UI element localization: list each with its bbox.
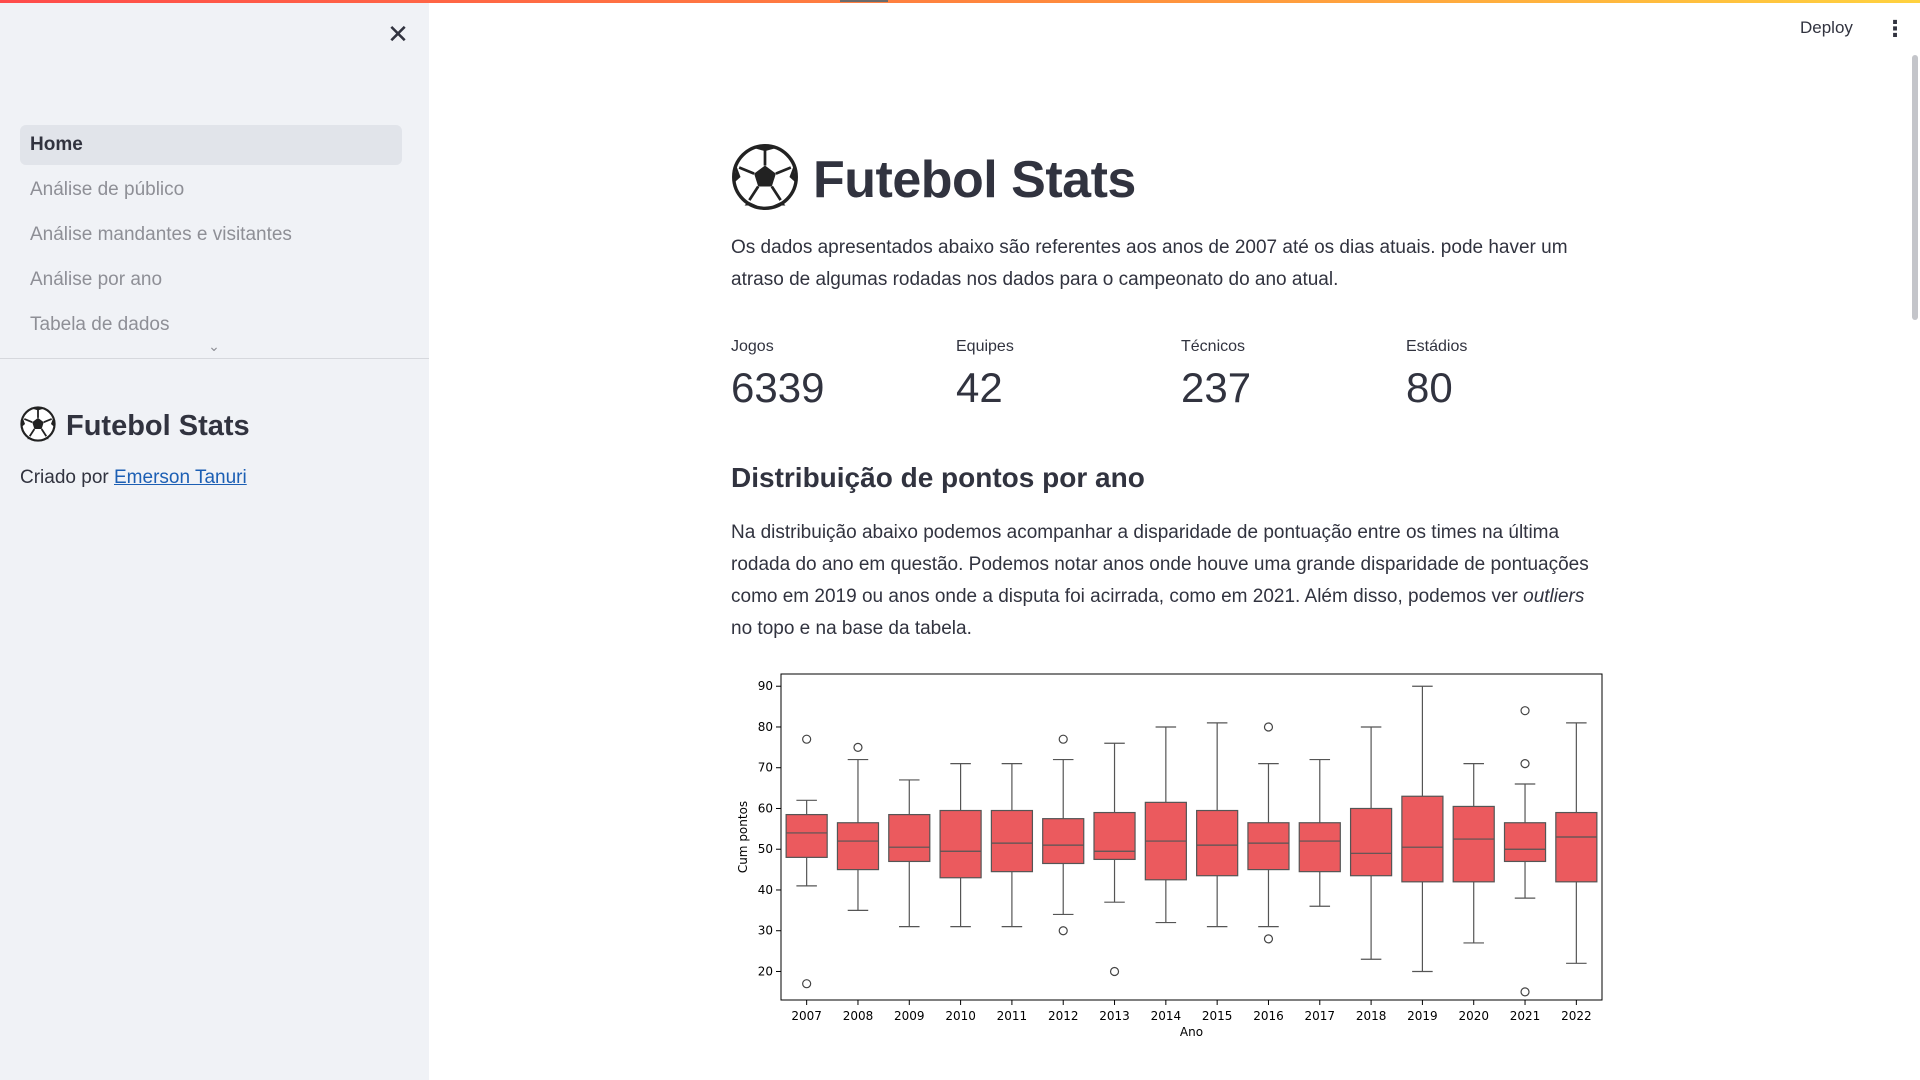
author-link[interactable]: Emerson Tanuri: [114, 467, 247, 488]
page-title-row: Futebol Stats: [731, 143, 1136, 216]
sidebar-brand: Futebol Stats: [20, 406, 250, 447]
x-tick-label: 2008: [843, 1009, 874, 1023]
running-indicator: [840, 0, 888, 2]
x-tick-label: 2015: [1202, 1009, 1233, 1023]
boxplot-svg: 20 30 40 50 60 70 80 90 2007 2008 2009 2010 2011 2012…: [736, 673, 1603, 1039]
x-tick-label: 2019: [1407, 1009, 1438, 1023]
credit-prefix: Criado por: [20, 467, 109, 488]
box-2009: [888, 813, 931, 863]
box-2011: [990, 809, 1034, 873]
box-2008: [836, 822, 880, 871]
outlier-point: [1520, 759, 1530, 769]
x-tick-label: 2012: [1048, 1009, 1079, 1023]
metric-estadios: Estádios 80: [1406, 338, 1467, 412]
sidebar-divider: [0, 358, 429, 359]
x-tick-label: 2010: [945, 1009, 976, 1023]
box-2019: [1401, 795, 1444, 883]
box-2016: [1247, 822, 1290, 871]
soccer-ball-icon: [20, 406, 56, 447]
y-tick-label: 40: [758, 883, 773, 897]
chevron-down-icon[interactable]: ⌄: [206, 339, 222, 355]
section-text: Na distribuição abaixo podemos acompanha…: [731, 517, 1603, 645]
sidebar-item-analise-publico[interactable]: Análise de público: [20, 170, 402, 210]
outlier-point: [1058, 734, 1068, 744]
outlier-point: [802, 734, 812, 744]
metric-value: 6339: [731, 364, 825, 411]
metric-value: 237: [1181, 364, 1252, 411]
section-text-emphasis: outliers: [1523, 586, 1585, 607]
deploy-button[interactable]: Deploy: [1800, 18, 1853, 38]
x-axis-label: Ano: [1180, 1025, 1203, 1039]
metric-tecnicos: Técnicos 237: [1181, 338, 1251, 412]
outlier-point: [1520, 706, 1530, 716]
sidebar-credit: Criado por Emerson Tanuri: [20, 467, 247, 489]
box-2022: [1555, 811, 1598, 883]
box-2020: [1452, 805, 1495, 883]
scrollbar[interactable]: [1912, 55, 1918, 320]
box-2013: [1093, 811, 1136, 861]
box-2017: [1298, 822, 1341, 873]
metric-value: 42: [956, 364, 1003, 411]
y-tick-label: 80: [758, 720, 773, 734]
box-2015: [1196, 809, 1239, 877]
outlier-point: [853, 742, 863, 752]
metric-label: Estádios: [1406, 338, 1468, 355]
box-2007: [785, 813, 828, 858]
sidebar-brand-title: Futebol Stats: [66, 410, 250, 442]
y-tick-label: 20: [758, 964, 773, 978]
x-tick-label: 2022: [1561, 1009, 1592, 1023]
y-tick-label: 70: [758, 761, 773, 775]
x-tick-label: 2007: [791, 1009, 822, 1023]
metric-label: Equipes: [956, 338, 1014, 355]
section-title: Distribuição de pontos por ano: [731, 462, 1145, 493]
x-tick-label: 2017: [1305, 1009, 1336, 1023]
y-axis-label: Cum pontos: [736, 801, 750, 873]
metric-jogos: Jogos 6339: [731, 338, 824, 412]
y-tick-label: 90: [758, 679, 773, 693]
x-tick-label: 2016: [1253, 1009, 1284, 1023]
sidebar-item-analise-mandantes[interactable]: Análise mandantes e visitantes: [20, 215, 402, 255]
x-tick-label: 2018: [1356, 1009, 1387, 1023]
x-tick-label: 2013: [1099, 1009, 1130, 1023]
sidebar: ✕ Home Análise de público Análise mandan…: [0, 3, 429, 1080]
y-tick-label: 60: [758, 801, 773, 815]
outlier-point: [1263, 722, 1274, 732]
y-tick-label: 50: [758, 842, 773, 856]
outlier-point: [1109, 966, 1120, 977]
box-2012: [1042, 818, 1085, 865]
soccer-ball-icon: [731, 143, 799, 216]
section-text-part-1: Na distribuição abaixo podemos acompanha…: [731, 522, 1589, 607]
outlier-point: [1520, 987, 1530, 997]
boxplot-chart: 20 30 40 50 60 70 80 90 2007 2008 2009 2010 2011 2012…: [731, 666, 1603, 1080]
close-icon[interactable]: ✕: [386, 22, 410, 48]
box-2010: [939, 809, 982, 879]
more-vertical-icon[interactable]: ⋮: [1884, 16, 1906, 44]
y-tick-label: 30: [758, 924, 773, 938]
x-tick-label: 2020: [1458, 1009, 1489, 1023]
sidebar-item-analise-ano[interactable]: Análise por ano: [20, 260, 402, 300]
intro-text: Os dados apresentados abaixo são referen…: [731, 237, 1568, 290]
sidebar-nav: Home Análise de público Análise mandante…: [20, 125, 402, 350]
box-2018: [1349, 807, 1393, 877]
x-tick-label: 2021: [1510, 1009, 1541, 1023]
section-text-part-2: no topo e na base da tabela.: [731, 618, 972, 639]
x-tick-label: 2011: [997, 1009, 1028, 1023]
sidebar-item-home[interactable]: Home: [20, 125, 402, 165]
outlier-point: [1058, 926, 1068, 936]
metric-label: Técnicos: [1181, 338, 1246, 355]
x-tick-label: 2014: [1151, 1009, 1182, 1023]
box-2021: [1503, 822, 1547, 863]
outlier-point: [802, 979, 812, 989]
metric-equipes: Equipes 42: [956, 338, 1014, 412]
x-tick-label: 2009: [894, 1009, 925, 1023]
metric-value: 80: [1406, 364, 1453, 411]
outlier-point: [1263, 934, 1274, 944]
page-title: Futebol Stats: [813, 150, 1136, 209]
metric-label: Jogos: [731, 338, 774, 355]
